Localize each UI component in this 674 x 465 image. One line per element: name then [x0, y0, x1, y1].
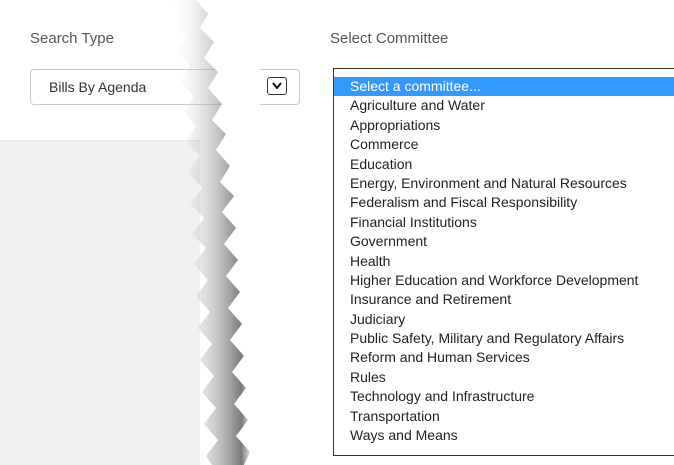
committee-listbox[interactable]: Select a committee... Agriculture and Wat… — [333, 68, 674, 456]
committee-option[interactable]: Select a committee... — [334, 77, 674, 97]
committee-option[interactable]: Government — [334, 232, 674, 251]
committee-option[interactable]: Rules — [334, 368, 674, 387]
torn-edge-divider — [168, 0, 260, 465]
committee-option[interactable]: Technology and Infrastructure — [334, 387, 674, 406]
search-type-value: Bills By Agenda — [49, 79, 147, 95]
committee-option[interactable]: Energy, Environment and Natural Resource… — [334, 174, 674, 193]
committee-option[interactable]: Judiciary — [334, 310, 674, 329]
committee-options: Select a committee... Agriculture and Wat… — [334, 69, 674, 445]
committee-label: Select Committee — [330, 30, 449, 47]
chevron-down-icon-glyph — [272, 82, 282, 89]
committee-option[interactable]: Health — [334, 252, 674, 271]
committee-option[interactable]: Public Safety, Military and Regulatory A… — [334, 329, 674, 348]
committee-option[interactable]: Higher Education and Workforce Developme… — [334, 271, 674, 290]
committee-option[interactable]: Commerce — [334, 135, 674, 154]
committee-option[interactable]: Reform and Human Services — [334, 348, 674, 367]
committee-option[interactable]: Financial Institutions — [334, 213, 674, 232]
committee-option[interactable]: Education — [334, 155, 674, 174]
committee-option[interactable]: Appropriations — [334, 116, 674, 135]
search-type-label: Search Type — [30, 30, 114, 47]
committee-option[interactable]: Transportation — [334, 407, 674, 426]
committee-option[interactable]: Insurance and Retirement — [334, 290, 674, 309]
committee-option[interactable]: Ways and Means — [334, 426, 674, 445]
chevron-down-icon[interactable] — [267, 77, 287, 95]
committee-option[interactable]: Federalism and Fiscal Responsibility — [334, 193, 674, 212]
committee-option[interactable]: Agriculture and Water — [334, 96, 674, 115]
